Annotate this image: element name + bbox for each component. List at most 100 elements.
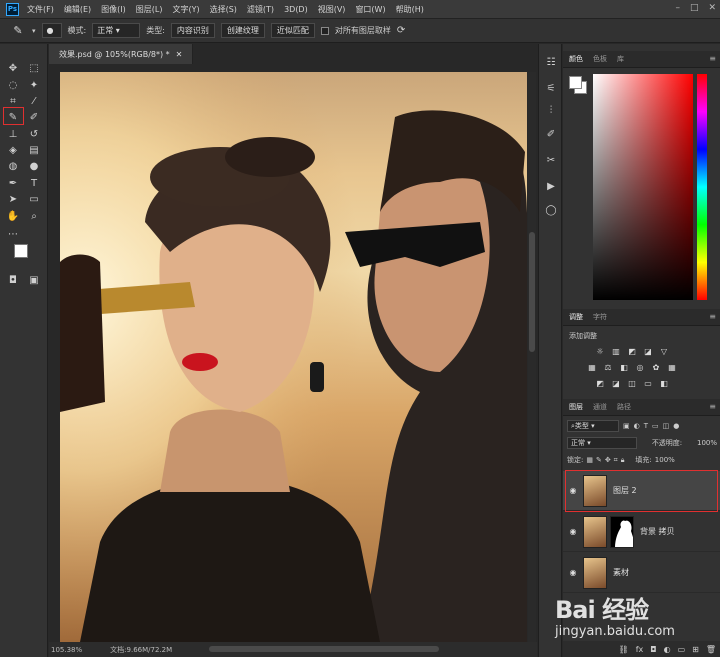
add-mask-icon[interactable]: ◘	[650, 645, 656, 654]
properties-icon[interactable]: ⚟	[543, 80, 559, 96]
learn-bulb-icon[interactable]: ◯	[543, 202, 559, 218]
adjustments-sliders-icon[interactable]: ⫶	[543, 102, 559, 118]
new-adjustment-icon[interactable]: ◐	[664, 645, 671, 654]
actions-play-icon[interactable]: ▶	[543, 178, 559, 194]
brightness-icon[interactable]: ☼	[595, 346, 605, 356]
color-balance-icon[interactable]: ⚖	[603, 362, 613, 372]
menu-edit[interactable]: 编辑(E)	[64, 4, 91, 15]
menu-window[interactable]: 窗口(W)	[355, 4, 385, 15]
color-lookup-icon[interactable]: ▦	[667, 362, 677, 372]
brush-size-picker[interactable]: ●	[41, 23, 62, 38]
brush-tool-icon[interactable]: ✐	[25, 109, 43, 125]
close-button[interactable]: ✕	[708, 3, 716, 13]
menu-layer[interactable]: 图层(L)	[136, 4, 163, 15]
channel-mixer-icon[interactable]: ✿	[651, 362, 661, 372]
panel-menu-icon[interactable]: ≡	[709, 402, 716, 411]
lock-position-icon[interactable]: ✥	[605, 456, 611, 464]
menu-view[interactable]: 视图(V)	[318, 4, 346, 15]
quick-mask-icon[interactable]: ◘	[4, 272, 22, 288]
gradient-map-icon[interactable]: ▭	[643, 378, 653, 388]
layer-row[interactable]: ◉ 素材	[563, 553, 720, 593]
tab-character[interactable]: 字符	[593, 312, 607, 322]
curves-icon[interactable]: ◩	[627, 346, 637, 356]
tab-color[interactable]: 颜色	[569, 54, 583, 64]
history-brush-tool-icon[interactable]: ↺	[25, 126, 43, 142]
layer-filter-select[interactable]: ⌕ 类型 ▾	[567, 420, 619, 432]
layer-row[interactable]: ◉ 背景 拷贝	[563, 512, 720, 552]
gradient-tool-icon[interactable]: ▤	[25, 142, 43, 158]
filter-type-icon[interactable]: T	[644, 422, 648, 430]
filter-smart-icon[interactable]: ◫	[663, 422, 670, 430]
layer-mask-thumbnail[interactable]	[610, 515, 634, 548]
layer-name[interactable]: 背景 拷贝	[640, 526, 675, 537]
chevron-down-icon[interactable]: ▾	[32, 27, 36, 35]
dodge-tool-icon[interactable]: ●	[25, 158, 43, 174]
move-tool-icon[interactable]: ✥	[4, 60, 22, 76]
filter-shape-icon[interactable]: ▭	[652, 422, 659, 430]
clone-stamp-tool-icon[interactable]: ⊥	[4, 126, 22, 142]
minimize-button[interactable]: –	[675, 3, 680, 13]
link-layers-icon[interactable]: ⛓	[619, 645, 629, 654]
more-tools-icon[interactable]: ⋯	[4, 226, 22, 242]
levels-icon[interactable]: ▥	[611, 346, 621, 356]
exposure-icon[interactable]: ◪	[643, 346, 653, 356]
menu-filter[interactable]: 滤镜(T)	[247, 4, 274, 15]
eraser-tool-icon[interactable]: ◈	[4, 142, 22, 158]
filter-pixel-icon[interactable]: ▣	[623, 422, 630, 430]
lock-artboard-icon[interactable]: ⌗	[614, 456, 618, 465]
invert-icon[interactable]: ◩	[595, 378, 605, 388]
menu-type[interactable]: 文字(Y)	[172, 4, 199, 15]
delete-layer-icon[interactable]: 🗑︎	[706, 645, 716, 654]
tab-swatches[interactable]: 色板	[593, 54, 607, 64]
fill-value[interactable]: 100%	[655, 456, 675, 464]
hue-slider[interactable]	[697, 74, 707, 300]
foreground-color-swatch[interactable]	[14, 244, 28, 258]
content-aware-button[interactable]: 内容识别	[170, 23, 215, 38]
menu-help[interactable]: 帮助(H)	[396, 4, 424, 15]
photo-filter-icon[interactable]: ◎	[635, 362, 645, 372]
vibrance-icon[interactable]: ▽	[659, 346, 669, 356]
layer-name[interactable]: 图层 2	[613, 485, 637, 496]
posterize-icon[interactable]: ◪	[611, 378, 621, 388]
color-panel-fg-swatch[interactable]	[569, 76, 582, 89]
tool-presets-icon[interactable]: ✂	[543, 152, 559, 168]
menu-file[interactable]: 文件(F)	[27, 4, 54, 15]
proximity-match-button[interactable]: 近似匹配	[270, 23, 315, 38]
zoom-level[interactable]: 105.38%	[51, 646, 82, 654]
screen-mode-icon[interactable]: ▣	[25, 272, 43, 288]
lock-image-icon[interactable]: ✎	[596, 456, 602, 464]
spot-healing-brush-preset-icon[interactable]: ✎	[10, 23, 26, 39]
hand-tool-icon[interactable]: ✋	[4, 208, 22, 224]
menu-3d[interactable]: 3D(D)	[284, 5, 308, 14]
maximize-button[interactable]: □	[690, 3, 699, 13]
vertical-scrollbar[interactable]	[528, 72, 536, 642]
hue-saturation-icon[interactable]: ▦	[587, 362, 597, 372]
tab-layers[interactable]: 图层	[569, 402, 583, 412]
panel-menu-icon[interactable]: ≡	[709, 312, 716, 321]
history-icon[interactable]: ☷	[543, 54, 559, 70]
menu-select[interactable]: 选择(S)	[210, 4, 237, 15]
layer-name[interactable]: 素材	[613, 567, 629, 578]
filter-toggle-icon[interactable]: ●	[673, 422, 679, 430]
pen-tool-icon[interactable]: ✒	[4, 175, 22, 191]
fx-icon[interactable]: fx	[636, 645, 644, 654]
panel-menu-icon[interactable]: ≡	[709, 54, 716, 63]
eyedropper-tool-icon[interactable]: ⁄	[25, 93, 43, 109]
visibility-eye-icon[interactable]: ◉	[563, 486, 583, 495]
new-layer-icon[interactable]: ⊞	[692, 645, 699, 654]
new-group-icon[interactable]: ▭	[678, 645, 686, 654]
black-white-icon[interactable]: ◧	[619, 362, 629, 372]
opacity-value[interactable]: 100%	[697, 439, 717, 447]
pressure-icon[interactable]: ⟳	[397, 25, 405, 36]
blur-tool-icon[interactable]: ◍	[4, 158, 22, 174]
brush-settings-icon[interactable]: ✐	[543, 126, 559, 142]
tab-adjustments[interactable]: 调整	[569, 312, 583, 322]
menu-image[interactable]: 图像(I)	[101, 4, 126, 15]
mode-select[interactable]: 正常 ▾	[92, 23, 141, 38]
lock-transparent-icon[interactable]: ▦	[586, 456, 593, 464]
create-texture-button[interactable]: 创建纹理	[220, 23, 265, 38]
document-tab[interactable]: 效果.psd @ 105%(RGB/8*) * ✕	[49, 44, 194, 64]
tab-libraries[interactable]: 库	[617, 54, 624, 64]
visibility-eye-icon[interactable]: ◉	[563, 527, 583, 536]
lasso-tool-icon[interactable]: ◌	[4, 77, 22, 93]
